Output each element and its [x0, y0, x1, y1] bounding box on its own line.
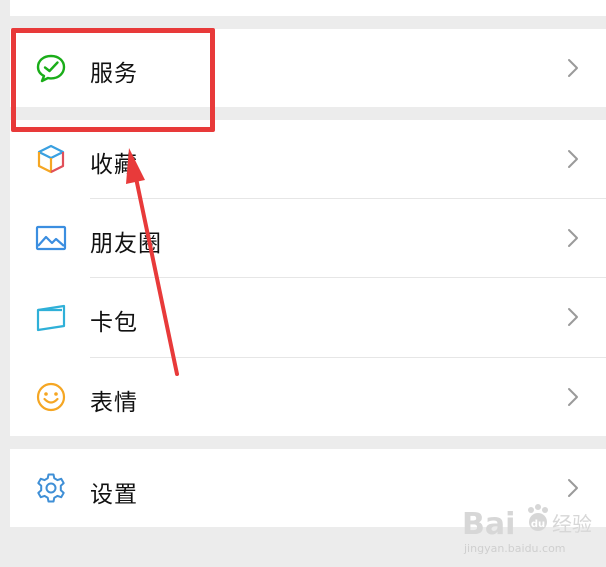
chevron-right-icon [566, 477, 580, 499]
picture-icon [34, 221, 68, 255]
menu-item-cards[interactable]: 卡包 [10, 278, 606, 357]
menu-item-settings-label: 设置 [90, 482, 138, 508]
menu-item-cards-label: 卡包 [90, 310, 138, 336]
top-partial-card [10, 0, 606, 16]
menu-item-moments-label: 朋友圈 [90, 231, 162, 257]
main-menu-card: 收藏 朋友圈 卡包 表情 [10, 120, 606, 436]
paw-icon: du [528, 504, 548, 531]
card-icon [34, 300, 68, 334]
menu-item-stickers[interactable]: 表情 [10, 358, 606, 436]
chevron-right-icon [566, 306, 580, 328]
watermark-cn: 经验 [552, 512, 592, 536]
highlight-box [11, 28, 215, 132]
baidu-watermark: Bai du 经验 jingyan.baidu.com [462, 504, 592, 555]
menu-item-stickers-label: 表情 [90, 390, 138, 416]
watermark-brand: Bai [462, 507, 515, 542]
smiley-icon [34, 380, 68, 414]
cube-icon [34, 142, 68, 176]
watermark-url: jingyan.baidu.com [463, 542, 566, 555]
menu-item-moments[interactable]: 朋友圈 [10, 199, 606, 277]
chevron-right-icon [566, 57, 580, 79]
chevron-right-icon [566, 227, 580, 249]
chevron-right-icon [566, 148, 580, 170]
chevron-right-icon [566, 386, 580, 408]
gear-icon [34, 471, 68, 505]
menu-item-favorites-label: 收藏 [90, 152, 138, 178]
watermark-paw: du [531, 519, 545, 530]
